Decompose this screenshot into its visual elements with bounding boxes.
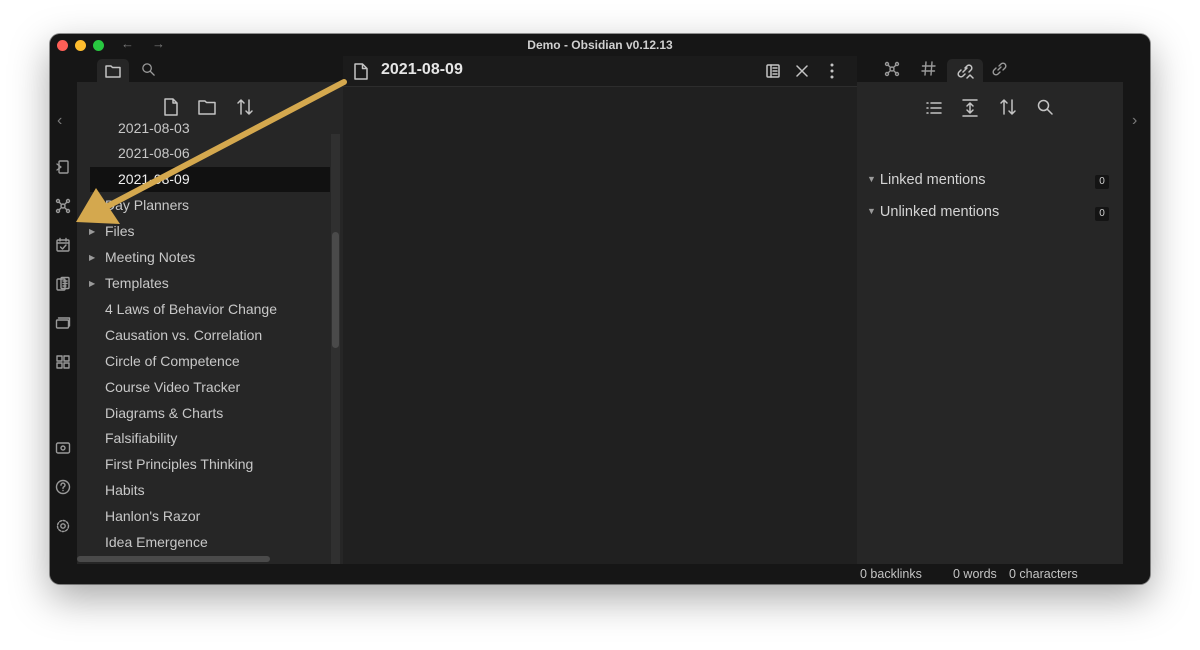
obsidian-window: ← → Demo - Obsidian v0.12.13 ‹ 2021-08-0… [50, 34, 1150, 584]
tags-icon[interactable] [921, 61, 936, 76]
left-sidebar-tabs [77, 56, 343, 82]
tree-item-note[interactable]: Day Planners [77, 193, 327, 218]
tree-item-folder[interactable]: ▶ Meeting Notes [77, 245, 327, 270]
new-folder-icon[interactable] [198, 99, 216, 115]
open-switcher-icon[interactable] [55, 159, 71, 175]
reading-view-icon[interactable] [766, 64, 780, 78]
close-pane-icon[interactable] [796, 65, 808, 77]
command-palette-icon[interactable] [55, 354, 71, 370]
search-backlinks-icon[interactable] [1037, 99, 1053, 115]
tree-item-note[interactable]: 4 Laws of Behavior Change [77, 297, 327, 322]
vault-icon[interactable] [55, 440, 71, 456]
tree-item-active-note[interactable]: 2021-08-09 [90, 167, 330, 192]
tree-item-note[interactable]: Causation vs. Correlation [77, 323, 327, 348]
tree-item-folder[interactable]: ▶ Files [77, 219, 327, 244]
backlinks-panel: ▼ Linked mentions 0 ▼ Unlinked mentions 0 [857, 82, 1123, 564]
collapsed-triangle-icon: ▶ [89, 279, 96, 288]
templates-icon[interactable] [55, 276, 71, 292]
sort-icon[interactable] [236, 98, 254, 116]
tree-item-folder[interactable]: ▶ Templates [77, 271, 327, 296]
note-title[interactable]: 2021-08-09 [381, 61, 463, 79]
status-bar: 0 backlinks 0 words 0 characters [50, 564, 1150, 584]
vertical-scrollbar[interactable] [332, 232, 339, 348]
collapse-right-icon[interactable]: › [1132, 112, 1137, 130]
backlinks-count[interactable]: 0 backlinks [860, 567, 922, 581]
help-icon[interactable] [55, 479, 71, 495]
graph-view-icon[interactable] [55, 198, 71, 214]
tree-item-note[interactable]: First Principles Thinking [77, 452, 327, 477]
backlinks-icon [957, 64, 974, 79]
tree-item-note[interactable]: 2021-08-06 [77, 141, 327, 166]
right-sidebar-tabs [857, 56, 1123, 82]
tab-file-explorer[interactable] [97, 59, 129, 82]
horizontal-scrollbar[interactable] [77, 556, 270, 562]
linked-mentions-count: 0 [1095, 175, 1109, 189]
slides-icon[interactable] [55, 315, 71, 331]
sort-backlinks-icon[interactable] [999, 98, 1017, 116]
editor-header: 2021-08-09 [343, 56, 857, 86]
note-file-icon [354, 63, 368, 80]
editor-area[interactable] [343, 86, 857, 565]
tree-item-note[interactable]: Hanlon's Razor [77, 504, 327, 529]
collapse-left-icon[interactable]: ‹ [57, 112, 62, 130]
collapse-results-icon[interactable] [926, 100, 942, 116]
tab-backlinks[interactable] [947, 59, 983, 82]
tree-item-note[interactable]: Course Video Tracker [77, 375, 327, 400]
tree-item-note[interactable]: Circle of Competence [77, 349, 327, 374]
linked-mentions-header[interactable]: ▼ Linked mentions [867, 172, 986, 188]
outgoing-links-icon[interactable] [991, 62, 1008, 77]
tree-item-note[interactable]: Idea Emergence [77, 530, 327, 555]
search-tab-icon[interactable] [141, 62, 156, 77]
daily-note-icon[interactable] [55, 237, 71, 253]
file-explorer: 2021-08-03 2021-08-06 2021-08-09 Day Pla… [77, 82, 343, 564]
scroll-track [331, 134, 340, 564]
tree-item-note[interactable]: Habits [77, 478, 327, 503]
local-graph-icon[interactable] [884, 61, 900, 77]
unlinked-mentions-count: 0 [1095, 207, 1109, 221]
unlinked-mentions-header[interactable]: ▼ Unlinked mentions [867, 204, 999, 220]
window-title: Demo - Obsidian v0.12.13 [527, 38, 673, 52]
expanded-triangle-icon: ▼ [867, 206, 876, 216]
tree-item-note[interactable]: Diagrams & Charts [77, 401, 327, 426]
title-bar: ← → Demo - Obsidian v0.12.13 [50, 34, 1150, 56]
collapsed-triangle-icon: ▶ [89, 253, 96, 262]
left-ribbon: ‹ [50, 56, 77, 564]
word-count: 0 words [953, 567, 997, 581]
tree-item-note[interactable]: Falsifiability [77, 426, 327, 451]
tree-item-note[interactable]: 2021-08-03 [77, 116, 327, 141]
collapsed-triangle-icon: ▶ [89, 227, 96, 236]
new-note-icon[interactable] [163, 98, 179, 116]
expanded-triangle-icon: ▼ [867, 174, 876, 184]
folder-icon [105, 65, 121, 78]
character-count: 0 characters [1009, 567, 1078, 581]
more-options-icon[interactable] [830, 63, 834, 79]
show-context-icon[interactable] [962, 99, 978, 117]
right-ribbon: › [1123, 56, 1150, 564]
settings-icon[interactable] [55, 518, 71, 534]
